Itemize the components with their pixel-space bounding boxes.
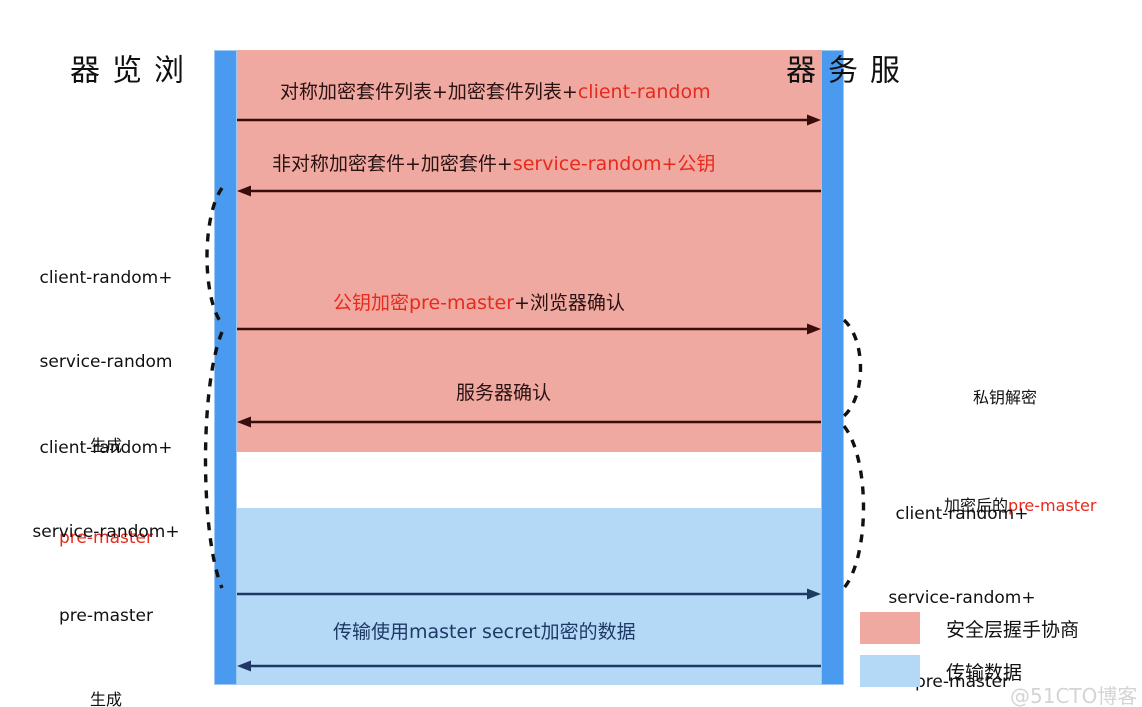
arrow-server-hello [237, 184, 821, 198]
arrow-app-data-out [237, 587, 821, 601]
arrow-app-data-in [237, 659, 821, 673]
legend-item-data: 传输数据 [860, 655, 1022, 687]
message-app-data-label: 传输使用master secret加密的数据 [333, 620, 636, 644]
note-line: client-random+ [39, 268, 173, 288]
message-text-plain: 服务器确认 [456, 382, 552, 404]
watermark: @51CTO博客 [1010, 684, 1138, 707]
note-line: 生成 [89, 690, 122, 707]
message-client-hello-label: 对称加密套件列表+加密套件列表+client-random [280, 80, 711, 104]
browser-actor-label: 浏 览 器 [64, 54, 183, 84]
arrow-client-hello [237, 113, 821, 127]
note-line: service-random+ [888, 588, 1036, 608]
browser-master-secret-brace [198, 330, 226, 590]
message-server-finished-label: 服务器确认 [456, 381, 551, 405]
note-line: client-random+ [39, 438, 173, 458]
message-text-highlight: 公钥加密pre-master [333, 292, 515, 314]
note-line: service-random+ [32, 522, 180, 542]
message-text-plain: 对称加密套件列表+加密套件列表+ [280, 81, 578, 103]
message-text-plain: +浏览器确认 [514, 292, 625, 314]
tls-handshake-diagram: 浏 览 器 服 务 器 对称加密套件列表+加密套件列表+client-rando… [0, 0, 1142, 707]
note-line: 私钥解密 [972, 388, 1037, 407]
server-master-secret-brace [840, 424, 872, 590]
legend-item-handshake: 安全层握手协商 [860, 612, 1079, 644]
legend-swatch-data [860, 655, 920, 687]
message-text-highlight: client-random [577, 81, 711, 103]
message-text-plain: 传输使用master secret加密的数据 [333, 621, 636, 643]
arrow-server-finished [237, 415, 821, 429]
server-actor-label: 服 务 器 [780, 54, 899, 84]
server-decrypt-brace [840, 318, 870, 418]
arrow-client-key-exchange [237, 322, 821, 336]
message-client-key-exchange-label: 公钥加密pre-master+浏览器确认 [333, 291, 625, 315]
legend-label-handshake: 安全层握手协商 [946, 618, 1080, 641]
message-server-hello-label: 非对称加密套件+加密套件+service-random+公钥 [272, 152, 715, 176]
message-text-highlight: service-random+公钥 [512, 153, 716, 175]
note-line: client-random+ [895, 504, 1029, 524]
note-browser-master-secret: client-random+ service-random+ pre-maste… [16, 378, 196, 707]
browser-premaster-brace [198, 186, 226, 326]
message-text-plain: 非对称加密套件+加密套件+ [272, 153, 513, 175]
note-line: pre-master [59, 606, 153, 626]
legend-swatch-handshake [860, 612, 920, 644]
note-line: service-random [39, 352, 173, 372]
